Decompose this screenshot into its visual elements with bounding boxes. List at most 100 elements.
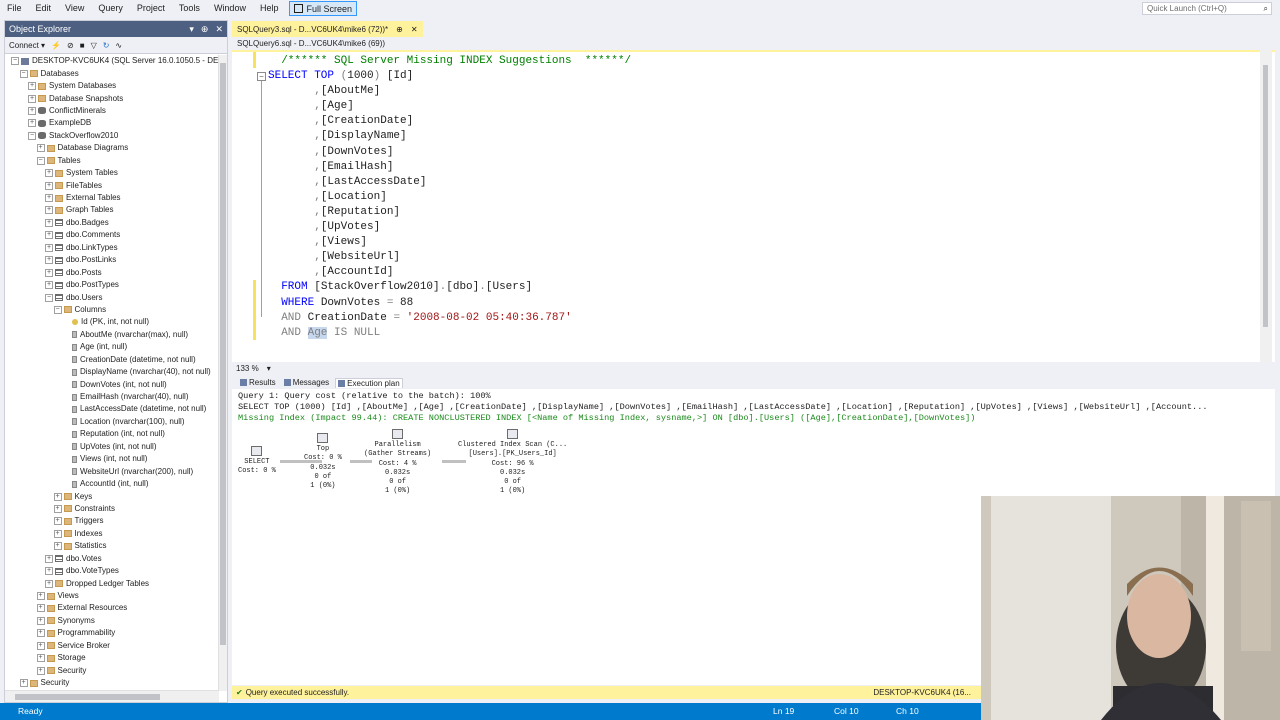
collapse-icon[interactable]: − <box>36 156 45 165</box>
connect-button[interactable]: Connect ▾ <box>9 41 45 50</box>
tree-node[interactable]: + System Databases <box>5 80 219 92</box>
menu-project[interactable]: Project <box>130 0 172 17</box>
menu-view[interactable]: View <box>58 0 91 17</box>
tree-node[interactable]: + External Resources <box>5 602 219 614</box>
tree-node[interactable]: AboutMe (nvarchar(max), null) <box>5 329 219 341</box>
tree-node[interactable]: + dbo.Posts <box>5 266 219 278</box>
close-icon[interactable]: ✕ <box>215 24 223 35</box>
tree-node[interactable]: + Constraints <box>5 503 219 515</box>
query-editor[interactable]: − /****** SQL Server Missing INDEX Sugge… <box>232 50 1275 362</box>
disconnect-icon[interactable]: ⊘ <box>67 41 74 50</box>
tree-node[interactable]: − Databases <box>5 67 219 79</box>
tree-node[interactable]: WebsiteUrl (nvarchar(200), null) <box>5 465 219 477</box>
connect-plug-icon[interactable]: ⚡ <box>51 41 61 50</box>
tree-node[interactable]: + Service Broker <box>5 640 219 652</box>
scrollbar-thumb[interactable] <box>15 694 160 700</box>
expand-icon[interactable]: + <box>53 529 62 538</box>
tree-node[interactable]: AccountId (int, null) <box>5 478 219 490</box>
zoom-level[interactable]: 133 % <box>236 362 259 375</box>
dropdown-icon[interactable]: ▾ <box>189 24 194 35</box>
tab-messages[interactable]: Messages <box>282 378 331 387</box>
tree-node[interactable]: + Programmability <box>5 627 219 639</box>
expand-icon[interactable]: + <box>19 679 28 688</box>
collapse-icon[interactable]: − <box>53 305 62 314</box>
tree-node[interactable]: + FileTables <box>5 179 219 191</box>
tree-node[interactable]: + Storage <box>5 652 219 664</box>
expand-icon[interactable]: + <box>45 218 53 227</box>
expand-icon[interactable]: + <box>53 517 62 526</box>
tab-execution-plan[interactable]: Execution plan <box>335 377 403 388</box>
expand-icon[interactable]: + <box>36 666 45 675</box>
tree-node[interactable]: Reputation (int, not null) <box>5 428 219 440</box>
expand-icon[interactable]: + <box>45 194 53 203</box>
tree-node[interactable]: + Dropped Ledger Tables <box>5 577 219 589</box>
filter-icon[interactable]: ▽ <box>91 41 97 50</box>
tab-sqlquery6[interactable]: SQLQuery6.sql - D...VC6UK4\mike6 (69)) <box>232 37 385 50</box>
expand-icon[interactable]: + <box>36 629 45 638</box>
expand-icon[interactable]: + <box>36 654 45 663</box>
tree-node[interactable]: + Keys <box>5 490 219 502</box>
expand-icon[interactable]: + <box>45 268 53 277</box>
scrollbar-thumb[interactable] <box>1263 65 1268 327</box>
tree-node[interactable]: + dbo.Votes <box>5 553 219 565</box>
plan-operator[interactable]: Clustered Index Scan (C... [Users].[PK_Us… <box>458 429 567 497</box>
expand-icon[interactable]: + <box>53 492 62 501</box>
activity-icon[interactable]: ∿ <box>115 41 122 50</box>
tree-node[interactable]: DisplayName (nvarchar(40), not null) <box>5 366 219 378</box>
tree-node[interactable]: − Tables <box>5 155 219 167</box>
quick-launch-input[interactable]: Quick Launch (Ctrl+Q) ⌕ <box>1142 2 1272 15</box>
scrollbar-thumb[interactable] <box>220 63 226 645</box>
expand-icon[interactable]: + <box>28 119 36 128</box>
chevron-down-icon[interactable]: ▾ <box>267 362 271 375</box>
tree-node[interactable]: + dbo.LinkTypes <box>5 242 219 254</box>
collapse-icon[interactable]: − <box>11 57 19 66</box>
tree-node[interactable]: − Columns <box>5 304 219 316</box>
collapse-icon[interactable]: − <box>45 293 53 302</box>
expand-icon[interactable]: + <box>45 169 53 178</box>
tree-node[interactable]: + dbo.Comments <box>5 229 219 241</box>
tree-node[interactable]: + Security <box>5 677 219 689</box>
expand-icon[interactable]: + <box>45 181 53 190</box>
tree-node[interactable]: DownVotes (int, not null) <box>5 378 219 390</box>
expand-icon[interactable]: + <box>45 206 53 215</box>
expand-icon[interactable]: + <box>28 106 36 115</box>
expand-icon[interactable]: + <box>45 579 53 588</box>
collapse-icon[interactable]: − <box>28 131 36 140</box>
tree-node[interactable]: + Indexes <box>5 528 219 540</box>
tab-results[interactable]: Results <box>238 378 278 387</box>
tree-node[interactable]: + dbo.VoteTypes <box>5 565 219 577</box>
tree-node[interactable]: + dbo.PostLinks <box>5 254 219 266</box>
tree-node[interactable]: UpVotes (int, not null) <box>5 441 219 453</box>
tree-node[interactable]: + Graph Tables <box>5 204 219 216</box>
tree-node[interactable]: + External Tables <box>5 192 219 204</box>
collapse-icon[interactable]: − <box>19 69 28 78</box>
plan-operator[interactable]: Parallelism (Gather Streams) Cost: 4 % 0.03… <box>364 429 431 497</box>
tree-node[interactable]: + Database Diagrams <box>5 142 219 154</box>
expand-icon[interactable]: + <box>45 554 53 563</box>
sql-code[interactable]: /****** SQL Server Missing INDEX Suggest… <box>268 54 631 341</box>
collapse-icon[interactable]: − <box>257 72 266 81</box>
tree-node[interactable]: − StackOverflow2010 <box>5 130 219 142</box>
expand-icon[interactable]: + <box>53 504 62 513</box>
menu-tools[interactable]: Tools <box>172 0 207 17</box>
tree-node[interactable]: + Views <box>5 590 219 602</box>
pin-icon[interactable]: ⊕ <box>201 24 209 35</box>
expand-icon[interactable]: + <box>28 94 36 103</box>
expand-icon[interactable]: + <box>45 256 53 265</box>
tree-node[interactable]: + Database Snapshots <box>5 92 219 104</box>
tree-node[interactable]: + Statistics <box>5 540 219 552</box>
refresh-icon[interactable]: ↻ <box>103 41 110 50</box>
tree-node[interactable]: EmailHash (nvarchar(40), null) <box>5 391 219 403</box>
tree-node[interactable]: Id (PK, int, not null) <box>5 316 219 328</box>
expand-icon[interactable]: + <box>45 567 53 576</box>
tree-node[interactable]: + Triggers <box>5 515 219 527</box>
tree-node[interactable]: − dbo.Users <box>5 291 219 303</box>
close-icon[interactable]: ✕ <box>411 25 418 34</box>
tree-node[interactable]: + ExampleDB <box>5 117 219 129</box>
tree-node[interactable]: Views (int, not null) <box>5 453 219 465</box>
expand-icon[interactable]: + <box>45 243 53 252</box>
menu-query[interactable]: Query <box>91 0 130 17</box>
tree-node[interactable]: + dbo.Badges <box>5 217 219 229</box>
tree-node[interactable]: LastAccessDate (datetime, not null) <box>5 403 219 415</box>
menu-edit[interactable]: Edit <box>29 0 59 17</box>
